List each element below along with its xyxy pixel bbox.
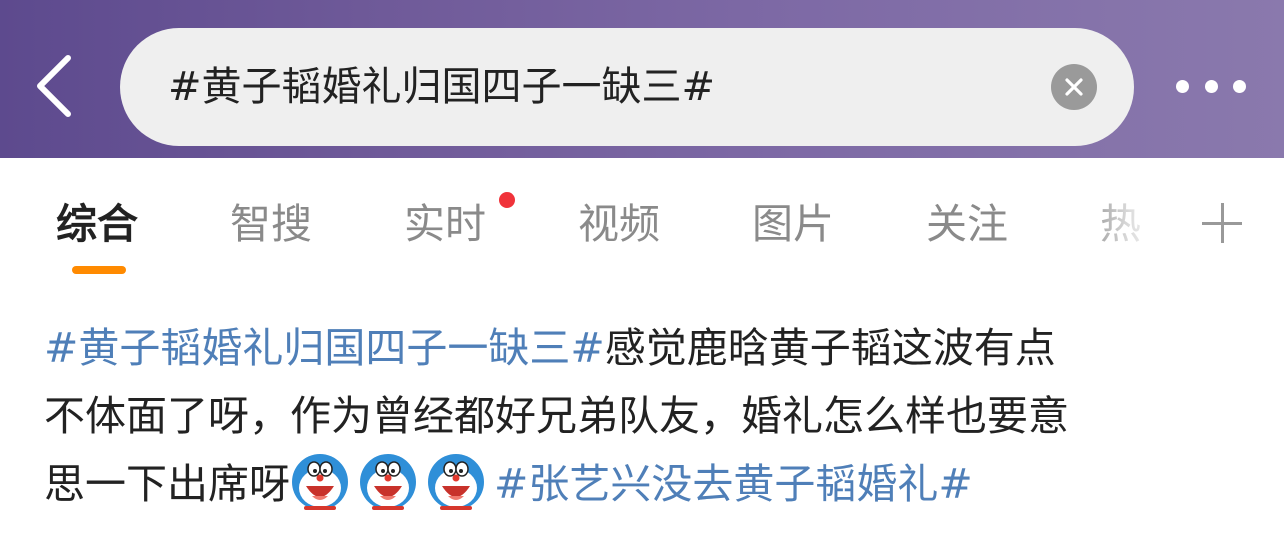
doraemon-face-emoji bbox=[360, 454, 416, 510]
post-text: 思一下出席呀 bbox=[44, 460, 290, 508]
clear-search-button[interactable] bbox=[1051, 64, 1097, 110]
back-button[interactable] bbox=[22, 50, 86, 122]
doraemon-face-emoji bbox=[428, 454, 484, 510]
realtime-new-badge bbox=[499, 192, 515, 208]
post-text: 不体面了呀，作为曾经都好兄弟队友，婚礼怎么样也要意 bbox=[44, 392, 1069, 440]
hashtag-link[interactable]: #黄子韬婚礼归国四子一缺三# bbox=[44, 324, 605, 372]
hashtag-link[interactable]: #张艺兴没去黄子韬婚礼# bbox=[494, 460, 973, 508]
post-content: #黄子韬婚礼归国四子一缺三#感觉鹿晗黄子韬这波有点 不体面了呀，作为曾经都好兄弟… bbox=[44, 314, 1254, 518]
more-options-button[interactable] bbox=[1166, 60, 1256, 112]
tab-smart-search[interactable]: 智搜 bbox=[230, 194, 312, 254]
active-tab-indicator bbox=[72, 266, 126, 274]
search-tab-bar: 综合 智搜 实时 视频 图片 关注 热 bbox=[0, 158, 1284, 288]
search-query-text[interactable]: #黄子韬婚礼归国四子一缺三# bbox=[168, 28, 715, 146]
top-search-header: #黄子韬婚礼归国四子一缺三# bbox=[0, 0, 1284, 158]
more-dots-icon bbox=[1204, 79, 1218, 93]
tab-hot[interactable]: 热 bbox=[1100, 194, 1141, 254]
tab-video[interactable]: 视频 bbox=[578, 194, 660, 254]
tab-realtime[interactable]: 实时 bbox=[404, 194, 486, 254]
tab-following[interactable]: 关注 bbox=[926, 194, 1008, 254]
tab-comprehensive[interactable]: 综合 bbox=[56, 194, 138, 254]
more-dots-icon bbox=[1233, 79, 1246, 93]
chevron-left-icon bbox=[37, 55, 71, 117]
add-tab-button[interactable] bbox=[1196, 198, 1250, 252]
post-text: 感觉鹿晗黄子韬这波有点 bbox=[604, 324, 1056, 372]
doraemon-face-emoji bbox=[292, 454, 348, 510]
clear-x-icon bbox=[1065, 78, 1083, 96]
search-input[interactable]: #黄子韬婚礼归国四子一缺三# bbox=[120, 28, 1134, 146]
tab-images[interactable]: 图片 bbox=[752, 194, 834, 254]
more-dots-icon bbox=[1176, 79, 1189, 93]
